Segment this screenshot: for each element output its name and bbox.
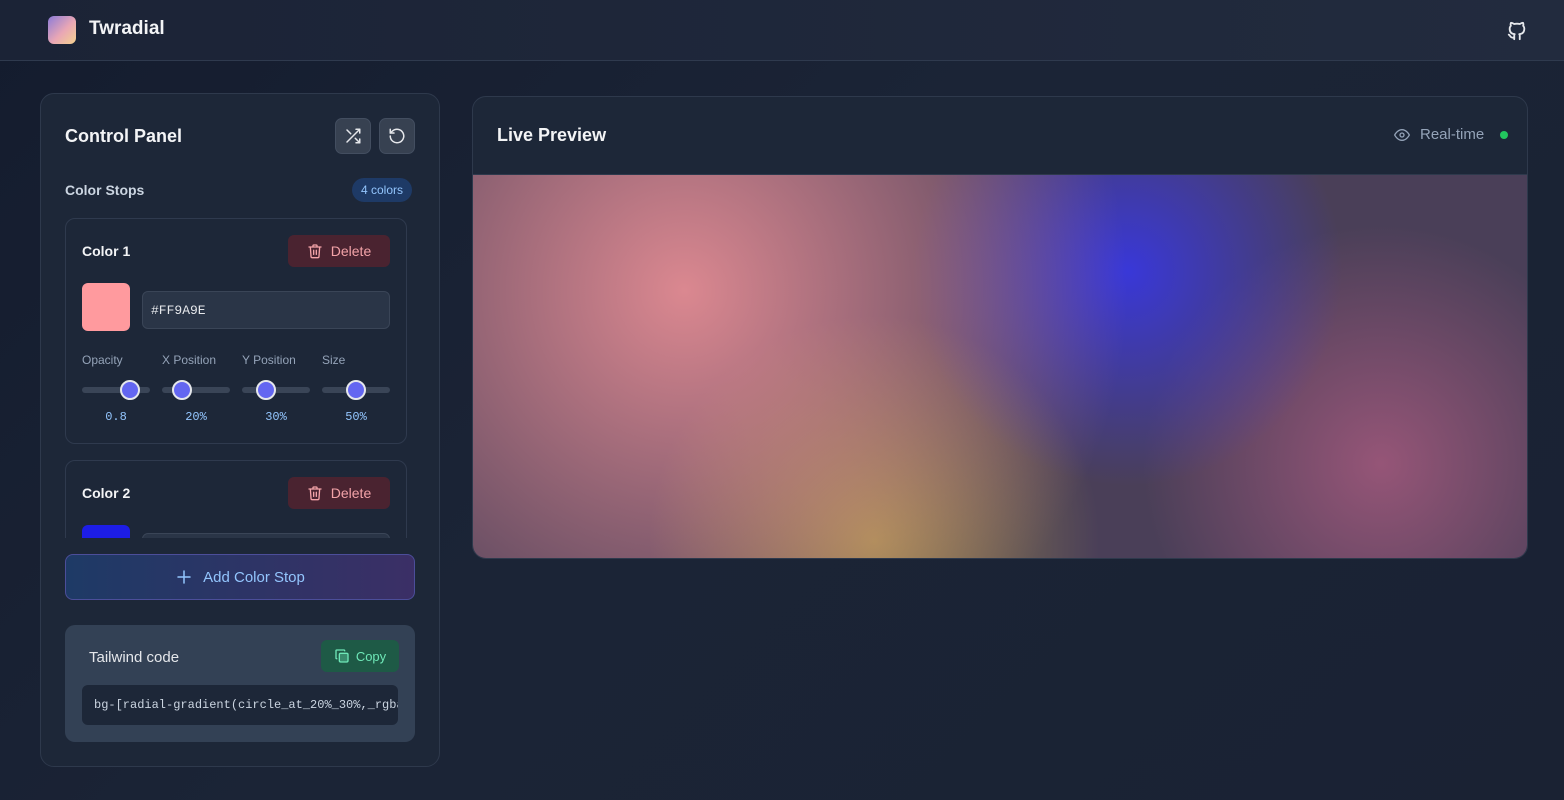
delete-label: Delete (330, 485, 372, 501)
top-bar: Twradial (0, 0, 1564, 61)
shuffle-icon (346, 128, 361, 144)
reset-icon (389, 128, 405, 144)
tailwind-code-output[interactable]: bg-[radial-gradient(circle_at_20%_30%,_r… (82, 685, 398, 725)
tailwind-code-panel: Tailwind code Copy bg-[radial-gradient(c… (65, 625, 415, 742)
trash-icon (308, 244, 322, 259)
app-title: Twradial (89, 18, 165, 39)
delete-button[interactable]: Delete (288, 235, 390, 267)
shuffle-button[interactable] (335, 118, 371, 154)
x-position-slider[interactable] (162, 380, 230, 400)
size-value: 50% (345, 410, 367, 424)
slider-thumb[interactable] (172, 380, 193, 400)
opacity-slider-group: Opacity 0.8 (82, 353, 150, 433)
copy-label: Copy (355, 648, 387, 664)
logo-icon (48, 16, 76, 44)
size-slider-group: Size 50% (322, 353, 390, 433)
color-count-badge: 4 colors (352, 178, 413, 202)
color-stop-title: Color 1 (82, 243, 131, 259)
y-position-value: 30% (265, 410, 287, 424)
slider-thumb[interactable] (346, 380, 366, 400)
color-stop-card: Color 1 Delete Opacity 0.8 X Position (65, 218, 407, 444)
tailwind-code-title: Tailwind code (89, 649, 180, 666)
add-color-stop-label: Add Color Stop (203, 568, 305, 586)
add-color-stop-button[interactable]: Add Color Stop (65, 554, 415, 600)
gradient-preview (473, 175, 1527, 558)
size-slider[interactable] (322, 380, 390, 400)
preview-header: Live Preview Real-time (473, 97, 1527, 175)
control-panel: Control Panel Color Stops 4 colors Color… (40, 93, 440, 767)
eye-icon (1394, 128, 1410, 141)
github-icon[interactable] (1506, 20, 1528, 42)
realtime-label: Real-time (1420, 126, 1485, 143)
copy-button[interactable]: Copy (321, 640, 399, 672)
opacity-slider[interactable] (82, 380, 150, 400)
y-position-label: Y Position (242, 353, 296, 367)
color-stop-title: Color 2 (82, 485, 131, 501)
x-position-value: 20% (185, 410, 207, 424)
size-label: Size (322, 353, 346, 367)
plus-icon (177, 570, 191, 584)
delete-button[interactable]: Delete (288, 477, 390, 509)
color-swatch[interactable] (82, 283, 130, 331)
color-stops-list[interactable]: Color 1 Delete Opacity 0.8 X Position (65, 218, 415, 538)
hex-input[interactable] (142, 291, 390, 329)
x-position-slider-group: X Position 20% (162, 353, 230, 433)
y-position-slider-group: Y Position 30% (242, 353, 310, 433)
y-position-slider[interactable] (242, 380, 310, 400)
opacity-value: 0.8 (105, 410, 127, 424)
slider-thumb[interactable] (119, 380, 140, 400)
color-stops-label: Color Stops (65, 182, 145, 198)
reset-button[interactable] (379, 118, 415, 154)
live-preview-panel: Live Preview Real-time (472, 96, 1528, 559)
trash-icon (308, 486, 322, 501)
hex-input[interactable] (142, 533, 390, 538)
opacity-label: Opacity (82, 353, 123, 367)
delete-label: Delete (330, 243, 372, 259)
copy-icon (335, 649, 349, 663)
slider-thumb[interactable] (255, 380, 276, 400)
status-dot (1500, 130, 1509, 139)
x-position-label: X Position (162, 353, 217, 367)
realtime-indicator: Real-time (1392, 126, 1509, 143)
panel-title: Control Panel (65, 126, 183, 146)
color-stop-card: Color 2 Delete (65, 460, 407, 538)
color-swatch[interactable] (82, 525, 130, 538)
preview-title: Live Preview (497, 125, 607, 145)
